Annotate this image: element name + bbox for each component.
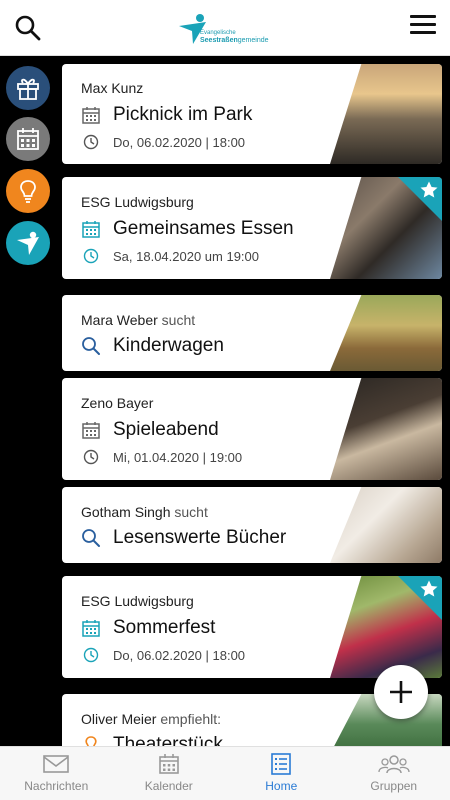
- calendar-icon: [82, 107, 100, 124]
- card-image-stroller: [330, 295, 442, 371]
- calendar-icon: [82, 221, 100, 238]
- feed-card-kinderwagen[interactable]: Mara Weber sucht Kinderwagen: [62, 295, 442, 371]
- rail-community-button[interactable]: [6, 221, 50, 265]
- clock-icon: [83, 248, 99, 264]
- nav-label: Home: [265, 779, 298, 793]
- nav-nachrichten[interactable]: Nachrichten: [0, 747, 113, 800]
- card-title: Sommerfest: [113, 617, 216, 638]
- rail-calendar-button[interactable]: [6, 117, 50, 161]
- card-author: ESG Ludwigsburg: [81, 194, 194, 210]
- lightbulb-icon: [20, 180, 36, 203]
- clock-icon: [83, 449, 99, 465]
- card-author: ESG Ludwigsburg: [81, 593, 194, 609]
- feed-card-gemeinsames-essen[interactable]: ESG Ludwigsburg Gemeinsames Essen Sa, 18…: [62, 177, 442, 279]
- mail-icon: [43, 755, 70, 773]
- rail-gift-button[interactable]: [6, 66, 50, 110]
- feed-card-picknick[interactable]: Max Kunz Picknick im Park Do, 06.02.2020…: [62, 64, 442, 164]
- card-datetime: Sa, 18.04.2020 um 19:00: [113, 248, 260, 264]
- rail-idea-button[interactable]: [6, 169, 50, 213]
- card-datetime: Do, 06.02.2020 | 18:00: [113, 647, 246, 663]
- nav-kalender[interactable]: Kalender: [113, 747, 226, 800]
- card-title: Kinderwagen: [113, 335, 224, 356]
- feed-card-sommerfest[interactable]: ESG Ludwigsburg Sommerfest Do, 06.02.202…: [62, 576, 442, 678]
- card-title: Lesenswerte Bücher: [113, 527, 287, 548]
- card-author: Max Kunz: [81, 80, 144, 96]
- card-image-book: [330, 487, 442, 563]
- ok-logo-icon: [17, 231, 39, 255]
- logo-name-text: Seestraßengemeinde: [200, 37, 269, 44]
- nav-home[interactable]: Home: [225, 747, 338, 800]
- search-icon: [15, 15, 41, 41]
- card-datetime: Do, 06.02.2020 | 18:00: [113, 134, 246, 150]
- card-title: Picknick im Park: [113, 104, 253, 125]
- card-image-picnic: [330, 64, 442, 164]
- nav-label: Kalender: [144, 779, 193, 793]
- logo-small-text: Evangelische: [200, 30, 236, 36]
- card-title: Spieleabend: [113, 419, 219, 440]
- group-icon: [378, 755, 410, 774]
- nav-gruppen[interactable]: Gruppen: [338, 747, 450, 800]
- category-rail: [0, 56, 56, 746]
- card-author: Oliver Meier empfiehlt:: [81, 711, 222, 727]
- card-title: Gemeinsames Essen: [113, 218, 294, 239]
- plus-icon: [390, 681, 412, 703]
- app-header: Evangelische Seestraßengemeinde: [0, 0, 450, 56]
- card-author: Zeno Bayer: [81, 395, 154, 411]
- calendar-icon: [82, 620, 100, 637]
- clock-icon: [83, 647, 99, 663]
- clock-icon: [83, 134, 99, 150]
- star-icon: [420, 580, 438, 597]
- add-button[interactable]: [374, 665, 428, 719]
- nav-label: Gruppen: [370, 779, 418, 793]
- card-image-games: [330, 378, 442, 480]
- search-icon: [82, 337, 100, 355]
- app-logo: Evangelische Seestraßengemeinde: [176, 12, 286, 48]
- search-icon: [82, 529, 100, 547]
- card-datetime: Mi, 01.04.2020 | 19:00: [113, 449, 243, 465]
- calendar-icon: [17, 128, 39, 150]
- menu-button[interactable]: [410, 12, 436, 38]
- gift-icon: [17, 78, 39, 100]
- card-author: Gotham Singh sucht: [81, 504, 208, 520]
- nav-label: Nachrichten: [24, 779, 89, 793]
- calendar-icon: [82, 422, 100, 439]
- list-icon: [271, 753, 292, 775]
- search-button[interactable]: [14, 14, 42, 42]
- feed-card-buecher[interactable]: Gotham Singh sucht Lesenswerte Bücher: [62, 487, 442, 563]
- calendar-icon: [158, 754, 179, 774]
- card-author: Mara Weber sucht: [81, 312, 196, 328]
- star-icon: [420, 181, 438, 198]
- bottom-navigation: Nachrichten Kalender Home Gruppen: [0, 746, 450, 800]
- feed-card-spieleabend[interactable]: Zeno Bayer Spieleabend Mi, 01.04.2020 | …: [62, 378, 442, 480]
